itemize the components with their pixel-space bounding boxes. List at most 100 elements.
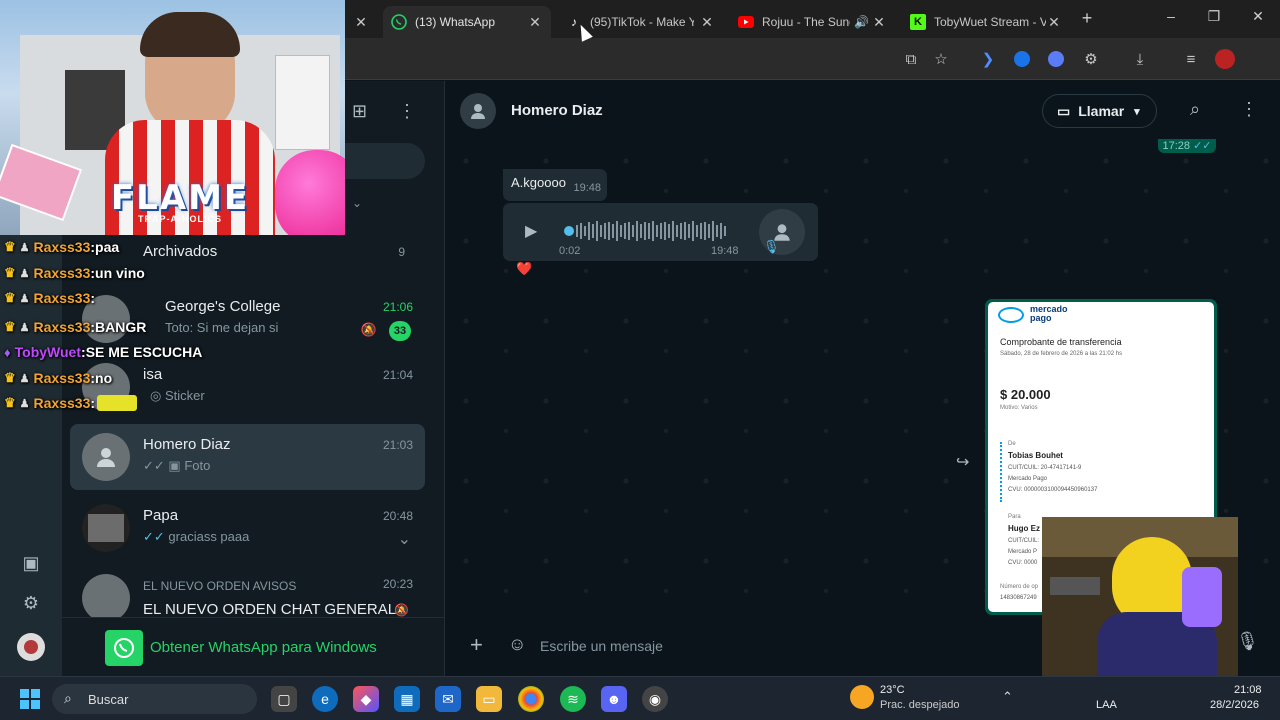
menu-dots-icon[interactable]: ⋮ xyxy=(1240,99,1258,120)
close-tab-icon[interactable]: ✕ xyxy=(699,14,715,31)
tab-title: TobyWuet Stream - V xyxy=(934,15,1046,29)
taskbar-search[interactable]: ⌕ Buscar xyxy=(52,684,257,714)
maximize-button[interactable]: ❐ xyxy=(1203,8,1225,30)
extension-audio-icon[interactable]: ❯ xyxy=(977,48,999,70)
user-badge-icon: ♟ xyxy=(19,292,30,305)
extensions-puzzle-icon[interactable]: ⚙ xyxy=(1080,48,1102,70)
close-tab-icon[interactable]: ✕ xyxy=(354,14,368,31)
close-tab-icon[interactable]: ✕ xyxy=(871,14,887,31)
contact-avatar xyxy=(82,433,130,481)
bookmark-star-icon[interactable]: ☆ xyxy=(930,48,952,70)
media-gallery-icon[interactable]: ▣ xyxy=(20,553,42,575)
incoming-text-bubble: A.kgoooo 19:48 xyxy=(503,169,607,201)
new-tab-button[interactable]: + xyxy=(1076,8,1098,30)
tab-whatsapp[interactable]: (13) WhatsApp ✕ xyxy=(383,6,551,38)
to-name: Hugo Ez xyxy=(1008,524,1040,533)
menu-dots-icon[interactable]: ⋮ xyxy=(398,101,416,123)
voice-elapsed: 0:02 xyxy=(559,245,581,257)
tab-youtube[interactable]: Rojuu - The Sund 🔊 ✕ xyxy=(730,6,895,38)
copilot-icon[interactable]: ◆ xyxy=(353,686,379,712)
chat-message: ♛ ♟ Raxss33: no xyxy=(4,370,113,386)
contact-avatar xyxy=(82,504,130,552)
conversation-header[interactable]: Homero Diaz ▭ Llamar ▾ ⌕ ⋮ xyxy=(446,81,1280,141)
user-badge-icon: ♟ xyxy=(19,241,30,254)
extension-blue-icon[interactable] xyxy=(1011,48,1033,70)
download-icon[interactable]: ⤓ xyxy=(1129,48,1151,70)
profile-avatar[interactable] xyxy=(1214,48,1236,70)
close-window-button[interactable]: ✕ xyxy=(1247,8,1269,30)
spotify-icon[interactable]: ≋ xyxy=(560,686,586,712)
chat-row-nuevo-orden[interactable]: EL NUEVO ORDEN AVISOS 20:23 EL NUEVO ORD… xyxy=(70,565,425,617)
search-icon[interactable]: ⌕ xyxy=(1190,99,1200,120)
filter-chevron-icon[interactable]: ⌄ xyxy=(352,196,362,210)
store-icon[interactable]: ▦ xyxy=(394,686,420,712)
tray-chevron-icon[interactable]: ⌃ xyxy=(1002,689,1013,705)
windows-taskbar: ⌕ Buscar ▢ e ◆ ▦ ✉ ▭ ≋ ☻ ◉ 23°C Prac. de… xyxy=(0,676,1280,720)
muted-bell-icon: 🔕 xyxy=(360,322,377,337)
photo-icon: ▣ xyxy=(168,458,185,473)
call-button[interactable]: ▭ Llamar ▾ xyxy=(1042,94,1157,128)
task-view-icon[interactable]: ▢ xyxy=(271,686,297,712)
media-control-icon[interactable]: ≡ xyxy=(1180,48,1202,70)
attach-plus-icon[interactable]: + xyxy=(470,632,483,658)
clock-time[interactable]: 21:08 xyxy=(1234,684,1262,696)
chat-row-papa[interactable]: Papa 20:48 ✓✓ graciass paaa ⌄ xyxy=(70,495,425,561)
to-cuit: CUIT/CUIL: xyxy=(1008,538,1040,544)
file-explorer-icon[interactable]: ▭ xyxy=(476,686,502,712)
fridge xyxy=(275,55,330,150)
install-app-icon[interactable]: ⧉ xyxy=(900,48,922,70)
play-icon[interactable]: ▶ xyxy=(525,221,537,241)
audio-waveform[interactable] xyxy=(564,221,732,241)
user-badge-icon: ♟ xyxy=(19,397,30,410)
windows-start-icon[interactable] xyxy=(17,686,43,712)
search-icon: ⌕ xyxy=(64,690,72,706)
tab-title: Rojuu - The Sund xyxy=(762,15,850,29)
outlook-icon[interactable]: ✉ xyxy=(435,686,461,712)
from-cuit: CUIT/CUIL: 20-47417141-9 xyxy=(1008,465,1082,471)
user-badge-icon: ♟ xyxy=(19,321,30,334)
sticker-emoji-icon[interactable]: ☺ xyxy=(508,634,526,655)
close-tab-icon[interactable]: ✕ xyxy=(527,14,543,31)
chevron-down-icon[interactable]: ⌄ xyxy=(398,529,411,549)
to-label: Para xyxy=(1008,514,1021,520)
user-badge-icon: ♟ xyxy=(19,267,30,280)
close-tab-icon[interactable]: ✕ xyxy=(1046,14,1062,31)
tab-kick[interactable]: K TobyWuet Stream - V ✕ xyxy=(902,6,1070,38)
muted-bell-icon: 🔕 xyxy=(394,603,409,617)
chrome-icon[interactable] xyxy=(518,686,544,712)
whatsapp-icon xyxy=(391,14,407,30)
user-badge-icon: ♟ xyxy=(19,372,30,385)
minimize-button[interactable]: – xyxy=(1160,8,1182,30)
discord-icon[interactable]: ☻ xyxy=(601,686,627,712)
crown-icon: ♛ xyxy=(4,290,16,305)
chat-row-homero-diaz[interactable]: Homero Diaz 21:03 ✓✓ ▣ Foto xyxy=(70,424,425,490)
purple-cup xyxy=(1182,567,1222,627)
new-chat-icon[interactable]: ⊞ xyxy=(352,101,374,123)
settings-gear-icon[interactable]: ⚙ xyxy=(20,593,42,615)
brand-name: mercado pago xyxy=(1030,304,1068,323)
chat-message: ♦ TobyWuet: SE ME ESCUCHA xyxy=(4,344,203,360)
from-label: De xyxy=(1008,441,1016,447)
flame-logo: FLAME TRAP-A-HOLICS xyxy=(110,178,250,224)
crown-icon: ♛ xyxy=(4,395,16,410)
microphone-icon[interactable]: 🎙 xyxy=(1236,631,1259,652)
edge-icon[interactable]: e xyxy=(312,686,338,712)
profile-avatar[interactable] xyxy=(17,633,45,661)
forward-icon[interactable]: ↪ xyxy=(956,452,969,472)
emote-image xyxy=(97,395,138,411)
to-bank: Mercado P xyxy=(1008,549,1038,555)
clock-date[interactable]: 28/2/2026 xyxy=(1210,699,1259,711)
chat-snippet: ✓✓ graciass paaa xyxy=(143,529,250,544)
gun xyxy=(1050,577,1100,595)
tab-previous-close[interactable]: ✕ xyxy=(346,6,376,38)
extension-search-icon[interactable] xyxy=(1045,48,1067,70)
language-indicator[interactable]: LAA xyxy=(1096,699,1117,711)
obs-icon[interactable]: ◉ xyxy=(642,686,668,712)
op-label: Número de op xyxy=(1000,584,1039,590)
from-cvu: CVU: 0000003100094450960137 xyxy=(1008,487,1098,493)
to-cvu: CVU: 0000 xyxy=(1008,560,1038,566)
get-app-banner[interactable]: Obtener WhatsApp para Windows xyxy=(62,617,444,676)
contact-avatar[interactable] xyxy=(460,93,496,129)
speaker-icon[interactable]: 🔊 xyxy=(854,15,869,29)
chat-name: EL NUEVO ORDEN CHAT GENERAL xyxy=(143,601,397,617)
